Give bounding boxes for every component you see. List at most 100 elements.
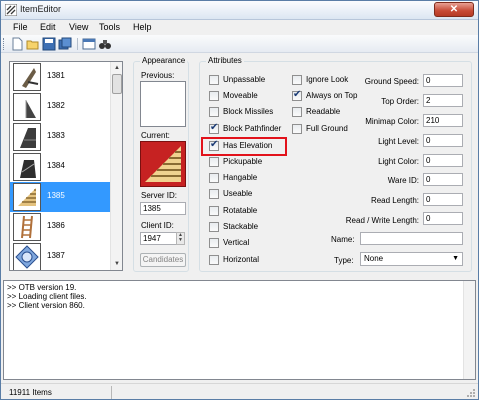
- read-write-length-field[interactable]: 0: [423, 212, 463, 225]
- list-item[interactable]: 1386: [10, 212, 110, 242]
- name-field[interactable]: [360, 232, 463, 245]
- flag-stackable[interactable]: Stackable: [209, 221, 295, 233]
- resize-grip-icon[interactable]: [466, 388, 476, 398]
- list-item[interactable]: 1383: [10, 122, 110, 152]
- scroll-up-icon[interactable]: ▲: [112, 63, 122, 73]
- type-label: Type:: [334, 256, 354, 265]
- list-item[interactable]: 1387: [10, 242, 110, 270]
- list-scrollbar[interactable]: ▲ ▼: [110, 62, 122, 270]
- checkbox[interactable]: [209, 222, 219, 232]
- checkbox[interactable]: [292, 124, 302, 134]
- checkbox[interactable]: [209, 238, 219, 248]
- flag-rotatable[interactable]: Rotatable: [209, 205, 295, 217]
- type-select[interactable]: None ▼: [360, 252, 463, 266]
- scroll-thumb[interactable]: [112, 74, 122, 94]
- checkbox-label: Unpassable: [223, 75, 266, 84]
- minimap-color-label: Minimap Color:: [365, 117, 419, 126]
- checkmark-icon: ✔: [293, 89, 302, 100]
- status-bar: 11911 Items: [1, 383, 478, 399]
- new-file-icon[interactable]: [10, 37, 24, 51]
- app-icon: [5, 4, 17, 16]
- ware-id-label: Ware ID:: [387, 176, 419, 185]
- flag-hangable[interactable]: Hangable: [209, 172, 295, 184]
- type-select-value: None: [364, 254, 384, 263]
- list-item[interactable]: 1382: [10, 92, 110, 122]
- checkbox-label: Pickupable: [223, 157, 263, 166]
- checkbox[interactable]: ✔: [292, 89, 302, 101]
- name-label: Name:: [331, 235, 355, 244]
- checkbox-label: Useable: [223, 189, 253, 198]
- list-item-label: 1387: [47, 251, 65, 260]
- top-order-field[interactable]: 2: [423, 94, 463, 107]
- list-item[interactable]: 1381: [10, 62, 110, 92]
- close-button[interactable]: ✕: [434, 2, 474, 17]
- item-list[interactable]: 1381 1382 1383 1384 1385 1386 1387 ▲ ▼: [9, 61, 123, 271]
- checkbox-label: Rotatable: [223, 206, 258, 215]
- checkbox[interactable]: [209, 206, 219, 216]
- ground-speed-field[interactable]: 0: [423, 74, 463, 87]
- checkbox[interactable]: [209, 255, 219, 265]
- checkbox-label: Hangable: [223, 173, 258, 182]
- dropdown-arrow-icon[interactable]: ▼: [452, 253, 459, 265]
- server-id-field[interactable]: 1385: [140, 202, 186, 215]
- light-level-field[interactable]: 0: [423, 134, 463, 147]
- menu-help[interactable]: Help: [133, 22, 152, 32]
- list-item-selected[interactable]: 1385: [10, 182, 110, 212]
- read-length-field[interactable]: 0: [423, 193, 463, 206]
- checkbox[interactable]: [209, 189, 219, 199]
- checkbox-label: Block Missiles: [223, 107, 274, 116]
- flag-useable[interactable]: Useable: [209, 188, 295, 200]
- list-item[interactable]: 1384: [10, 152, 110, 182]
- flag-block-missiles[interactable]: Block Missiles: [209, 106, 295, 118]
- previous-label: Previous:: [141, 71, 175, 80]
- flag-block-pathfinder[interactable]: ✔ Block Pathfinder: [209, 122, 295, 135]
- menu-tools[interactable]: Tools: [99, 22, 120, 32]
- light-color-label: Light Color:: [378, 157, 419, 166]
- checkbox[interactable]: [209, 75, 219, 85]
- item-count: 11911 Items: [9, 388, 52, 397]
- client-id-field[interactable]: 1947: [140, 232, 177, 245]
- top-order-label: Top Order:: [381, 97, 419, 106]
- checkbox[interactable]: [209, 91, 219, 101]
- item-thumbnail: [13, 123, 41, 151]
- checkbox-label: Moveable: [223, 91, 258, 100]
- save-as-icon[interactable]: [58, 37, 72, 51]
- checkbox[interactable]: [209, 173, 219, 183]
- checkbox-label: Horizontal: [223, 255, 260, 264]
- checkbox[interactable]: ✔: [209, 122, 219, 134]
- attributes-title: Attributes: [206, 56, 244, 65]
- save-icon[interactable]: [42, 37, 56, 51]
- menu-file[interactable]: File: [13, 22, 28, 32]
- toolbar-grip[interactable]: [3, 38, 6, 50]
- menu-view[interactable]: View: [69, 22, 88, 32]
- output-log[interactable]: >> OTB version 19. >> Loading client fil…: [3, 280, 476, 380]
- flag-vertical[interactable]: Vertical: [209, 237, 295, 249]
- log-line: >> OTB version 19.: [7, 283, 77, 292]
- toolbar: [1, 35, 478, 53]
- flag-moveable[interactable]: Moveable: [209, 90, 295, 102]
- ware-id-field[interactable]: 0: [423, 173, 463, 186]
- client-id-stepper[interactable]: ▲ ▼: [176, 232, 185, 245]
- candidates-button[interactable]: Candidates: [140, 253, 186, 267]
- open-folder-icon[interactable]: [26, 37, 40, 51]
- flag-unpassable[interactable]: Unpassable: [209, 74, 295, 86]
- scroll-down-icon[interactable]: ▼: [112, 259, 122, 269]
- flag-horizontal[interactable]: Horizontal: [209, 254, 295, 266]
- light-color-field[interactable]: 0: [423, 154, 463, 167]
- find-icon[interactable]: [98, 37, 112, 51]
- flag-pickupable[interactable]: Pickupable: [209, 156, 295, 168]
- checkbox[interactable]: [292, 107, 302, 117]
- checkbox[interactable]: [209, 107, 219, 117]
- title-bar[interactable]: ItemEditor ✕: [1, 1, 478, 20]
- checkbox[interactable]: [209, 157, 219, 167]
- log-scrollbar[interactable]: [463, 281, 475, 379]
- read-length-label: Read Length:: [370, 196, 419, 205]
- status-divider: [111, 386, 112, 399]
- ground-speed-label: Ground Speed:: [364, 77, 419, 86]
- compare-window-icon[interactable]: [82, 37, 96, 51]
- checkbox[interactable]: [292, 75, 302, 85]
- menu-edit[interactable]: Edit: [40, 22, 56, 32]
- stairs-sprite-icon: [145, 146, 181, 182]
- current-label: Current:: [141, 131, 170, 140]
- minimap-color-field[interactable]: 210: [423, 114, 463, 127]
